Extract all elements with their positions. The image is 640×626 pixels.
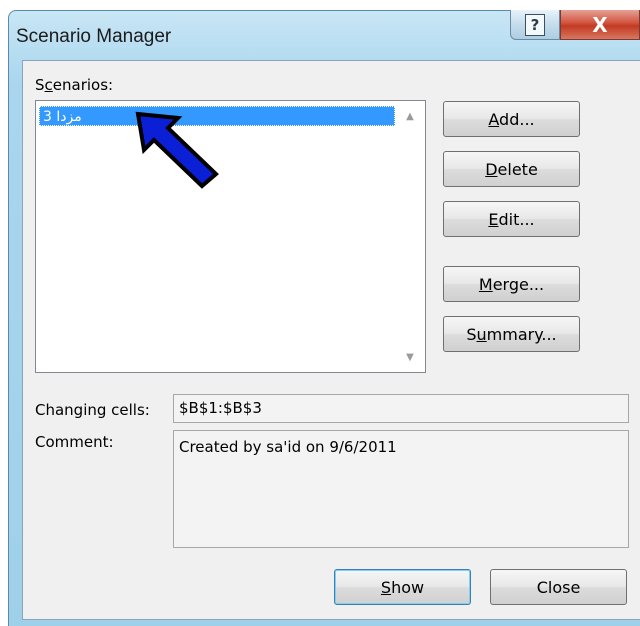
summary-button[interactable]: Summary...	[443, 316, 580, 352]
add-button[interactable]: Add...	[443, 101, 580, 137]
comment-field: Created by sa'id on 9/6/2011	[173, 430, 629, 548]
close-icon: X	[592, 12, 608, 37]
window-title: Scenario Manager	[16, 26, 172, 47]
scenarios-scrollbar[interactable]: ▲ ▼	[395, 101, 425, 372]
scroll-down-icon[interactable]: ▼	[395, 342, 425, 372]
scroll-up-icon[interactable]: ▲	[395, 101, 425, 131]
scenarios-listbox[interactable]: مزدا 3 ▲ ▼	[35, 100, 426, 373]
help-icon: ?	[525, 13, 545, 36]
annotation-arrow-icon	[135, 111, 219, 189]
show-button[interactable]: Show	[334, 569, 471, 605]
comment-label: Comment:	[35, 433, 114, 451]
help-button[interactable]: ?	[510, 10, 560, 40]
edit-button[interactable]: Edit...	[443, 201, 580, 237]
window-close-button[interactable]: X	[560, 10, 640, 40]
merge-button[interactable]: Merge...	[443, 266, 580, 302]
changing-cells-label: Changing cells:	[35, 401, 150, 419]
close-button[interactable]: Close	[490, 569, 627, 605]
scenarios-label: Scenarios:	[35, 76, 114, 94]
changing-cells-field: $B$1:$B$3	[173, 394, 629, 423]
delete-button[interactable]: Delete	[443, 151, 580, 187]
